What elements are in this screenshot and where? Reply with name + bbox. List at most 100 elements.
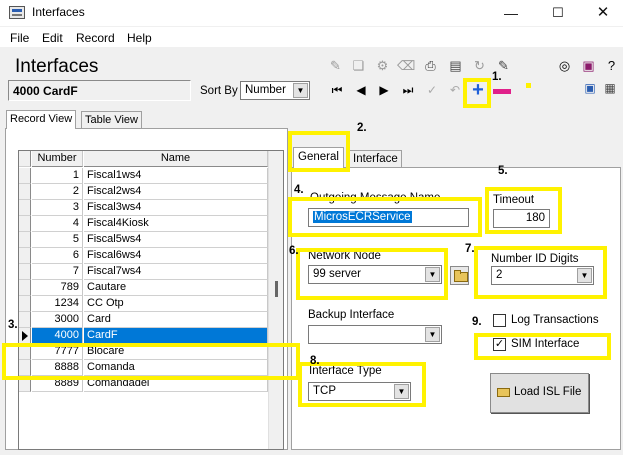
tab-interface[interactable]: Interface [349,150,402,168]
cell-name[interactable]: Fiscal5ws4 [84,232,268,248]
column-header-name[interactable]: Name [84,151,268,167]
cell-number[interactable]: 4 [32,216,83,232]
minimize-icon[interactable]: — [488,0,534,26]
menu-file[interactable]: File [10,31,29,45]
export-icon[interactable]: ▤ [447,57,464,74]
table-row[interactable]: 1 Fiscal1ws4 [19,168,268,184]
scroll-thumb[interactable] [275,281,278,297]
cell-name[interactable]: CC Otp [84,296,268,312]
table-row[interactable]: 7 Fiscal7ws4 [19,264,268,280]
row-selector[interactable] [19,280,31,296]
folder-icon[interactable] [450,266,469,285]
table-row[interactable]: 789 Cautare [19,280,268,296]
window-title: Interfaces [32,5,85,19]
table-row[interactable]: 2 Fiscal2ws4 [19,184,268,200]
load-isl-file-button[interactable]: Load ISL File [490,373,589,413]
book-icon[interactable]: ▣ [580,57,597,74]
cell-name[interactable]: Fiscal4Kiosk [84,216,268,232]
cell-name[interactable]: Fiscal7ws4 [84,264,268,280]
prev-icon[interactable]: ◀ [353,82,369,98]
annotation-3: 3. [8,319,18,331]
sort-by-select[interactable]: Number ▼ [240,81,310,100]
last-icon[interactable]: ⏭ [400,82,416,98]
cell-name[interactable]: Fiscal2ws4 [84,184,268,200]
delete-icon[interactable]: ⌫ [397,57,415,74]
chevron-down-icon[interactable]: ▼ [425,327,440,342]
highlight-box-6 [296,248,448,300]
row-selector[interactable] [19,312,31,328]
cell-name[interactable]: Card [84,312,268,328]
settings-icon[interactable]: ▦ [602,80,618,96]
row-selector[interactable] [19,200,31,216]
menu-edit[interactable]: Edit [42,31,63,45]
page-title: Interfaces [15,56,99,77]
sort-by-value: Number [245,84,286,96]
table-row[interactable]: 5 Fiscal5ws4 [19,232,268,248]
backup-interface-label: Backup Interface [308,309,395,321]
annotation-4: 4. [294,184,304,196]
column-header-number[interactable]: Number [32,151,83,167]
row-selector[interactable] [19,232,31,248]
print-icon[interactable]: ⎙ [422,57,439,74]
highlight-box-3 [2,343,300,380]
remove-icon[interactable] [493,89,511,94]
row-selector[interactable] [19,296,31,312]
row-selector[interactable] [19,248,31,264]
log-transactions-checkbox[interactable] [493,314,506,327]
cell-number[interactable]: 7 [32,264,83,280]
cell-number[interactable]: 3000 [32,312,83,328]
cell-number[interactable]: 4000 [32,328,83,344]
next-icon[interactable]: ▶ [376,82,392,98]
cell-name[interactable]: Fiscal6ws4 [84,248,268,264]
table-row[interactable]: 4 Fiscal4Kiosk [19,216,268,232]
cell-number[interactable]: 789 [32,280,83,296]
monitor-icon[interactable]: ▣ [582,80,598,96]
link-icon[interactable]: ↻ [471,57,488,74]
backup-interface-select[interactable]: ▼ [308,325,442,344]
tab-table-view[interactable]: Table View [81,111,142,129]
cell-number[interactable]: 3 [32,200,83,216]
table-row[interactable]: 3 Fiscal3ws4 [19,200,268,216]
cell-name[interactable]: Fiscal1ws4 [84,168,268,184]
annotation-8: 8. [310,355,320,367]
cell-number[interactable]: 5 [32,232,83,248]
close-icon[interactable]: ✕ [580,0,623,26]
menu-record[interactable]: Record [76,31,115,45]
cell-name[interactable]: Cautare [84,280,268,296]
copy-icon[interactable]: ❏ [350,57,367,74]
confirm-icon[interactable]: ✓ [424,82,440,98]
binoculars-icon[interactable]: ◎ [556,57,573,74]
chevron-down-icon[interactable]: ▼ [293,83,308,98]
row-selector[interactable] [19,168,31,184]
table-row[interactable]: 4000 CardF [19,328,268,344]
cell-number[interactable]: 6 [32,248,83,264]
table-row[interactable]: 6 Fiscal6ws4 [19,248,268,264]
first-icon[interactable]: ⏮ [329,82,345,98]
table-row[interactable]: 3000 Card [19,312,268,328]
records-grid[interactable]: Number Name 1 Fiscal1ws4 2 Fiscal2ws4 3 Fisca… [18,150,284,450]
highlight-box-7 [474,246,607,299]
cell-number[interactable]: 1 [32,168,83,184]
cell-number[interactable]: 2 [32,184,83,200]
table-row[interactable]: 1234 CC Otp [19,296,268,312]
row-selector[interactable] [19,184,31,200]
help-icon[interactable]: ? [603,57,620,74]
scrollbar[interactable] [268,151,283,449]
tab-general[interactable]: General [293,147,344,168]
annotation-9: 9. [472,316,482,328]
app-icon [9,6,25,19]
tab-record-view[interactable]: Record View [6,110,77,129]
menu-help[interactable]: Help [127,31,152,45]
cell-number[interactable]: 1234 [32,296,83,312]
cell-name[interactable]: CardF [84,328,268,344]
row-selector[interactable] [19,264,31,280]
cell-name[interactable]: Fiscal3ws4 [84,200,268,216]
maximize-icon[interactable]: ☐ [535,0,581,26]
undo-icon[interactable]: ↶ [447,82,463,98]
yellow-marker [526,83,531,88]
new-record-icon[interactable]: ✎ [327,57,344,74]
row-selector[interactable] [19,216,31,232]
current-record-display: 4000 CardF [8,80,191,101]
paste-icon[interactable]: ⚙ [374,57,391,74]
row-selector[interactable] [19,328,31,344]
